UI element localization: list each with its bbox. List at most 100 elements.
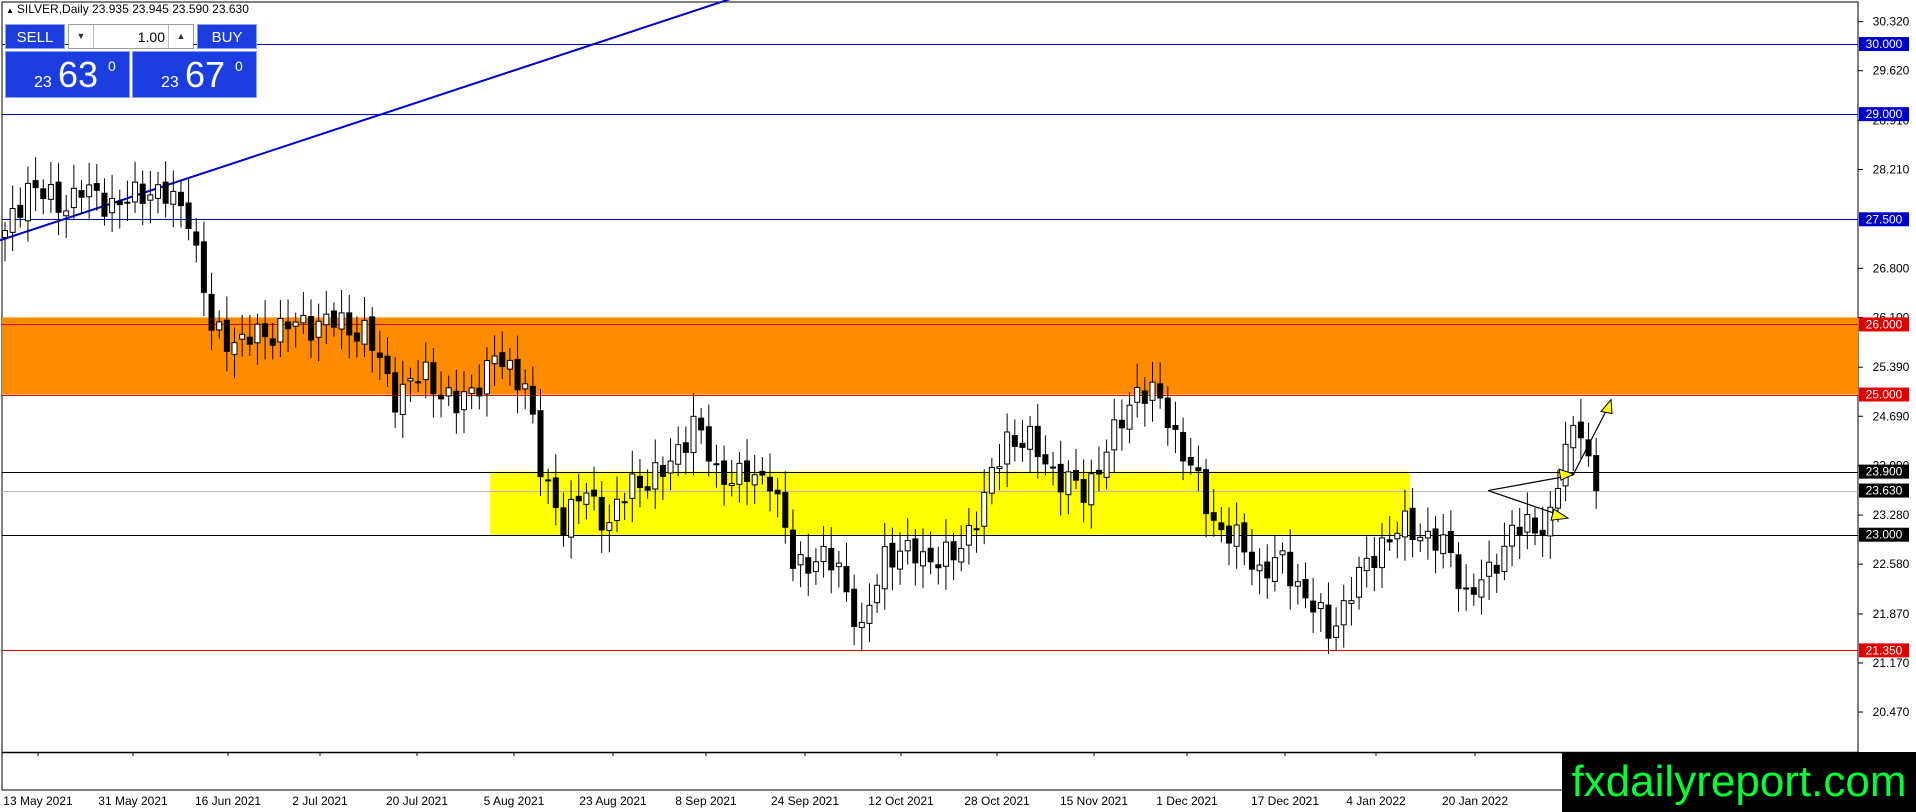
candle-body[interactable] bbox=[1524, 514, 1531, 533]
candle-body[interactable] bbox=[721, 460, 728, 485]
candle-body[interactable] bbox=[606, 522, 613, 531]
candle-body[interactable] bbox=[1042, 454, 1049, 465]
candle-body[interactable] bbox=[55, 181, 62, 213]
candle-body[interactable] bbox=[1325, 604, 1332, 639]
bid-price-button[interactable]: 23 63 0 bbox=[5, 51, 130, 98]
candle-body[interactable] bbox=[1532, 517, 1538, 534]
candle-body[interactable] bbox=[468, 387, 475, 394]
candle-body[interactable] bbox=[866, 604, 873, 624]
candle-body[interactable] bbox=[32, 180, 39, 189]
candle-body[interactable] bbox=[1027, 425, 1034, 450]
candle-body[interactable] bbox=[1440, 534, 1447, 555]
candle-body[interactable] bbox=[239, 333, 246, 340]
candle-body[interactable] bbox=[1218, 522, 1225, 531]
candle-body[interactable] bbox=[897, 550, 904, 570]
candle-body[interactable] bbox=[881, 546, 888, 590]
candle-body[interactable] bbox=[269, 338, 276, 346]
candle-body[interactable] bbox=[1248, 551, 1255, 570]
candle-body[interactable] bbox=[1340, 600, 1347, 626]
candle-body[interactable] bbox=[1034, 425, 1041, 458]
candle-body[interactable] bbox=[476, 387, 483, 397]
candle-body[interactable] bbox=[1141, 390, 1148, 404]
candle-body[interactable] bbox=[820, 545, 827, 563]
candle-body[interactable] bbox=[483, 359, 490, 395]
candle-body[interactable] bbox=[1371, 555, 1378, 569]
candle-body[interactable] bbox=[24, 182, 31, 222]
collapse-triangle-icon[interactable]: ▲ bbox=[6, 6, 14, 15]
candle-body[interactable] bbox=[300, 314, 307, 324]
candle-body[interactable] bbox=[552, 477, 559, 509]
candle-body[interactable] bbox=[1149, 381, 1156, 401]
candle-body[interactable] bbox=[652, 462, 659, 490]
candle-body[interactable] bbox=[223, 319, 230, 352]
candle-body[interactable] bbox=[713, 463, 720, 466]
sell-button[interactable]: SELL bbox=[5, 24, 65, 49]
candle-body[interactable] bbox=[912, 538, 919, 564]
candle-body[interactable] bbox=[965, 525, 972, 546]
candle-body[interactable] bbox=[1348, 600, 1355, 604]
candle-body[interactable] bbox=[1478, 579, 1485, 598]
candle-body[interactable] bbox=[1019, 442, 1026, 448]
candle-body[interactable] bbox=[583, 492, 590, 505]
candle-body[interactable] bbox=[292, 321, 299, 327]
candle-body[interactable] bbox=[973, 528, 980, 531]
candle-body[interactable] bbox=[1570, 424, 1577, 449]
candle-body[interactable] bbox=[1233, 524, 1240, 547]
candle-body[interactable] bbox=[935, 564, 942, 569]
candle-body[interactable] bbox=[560, 507, 567, 536]
candle-body[interactable] bbox=[346, 312, 353, 336]
candle-body[interactable] bbox=[1065, 471, 1072, 496]
candle-body[interactable] bbox=[147, 194, 154, 201]
candle-body[interactable] bbox=[1394, 532, 1401, 540]
candle-body[interactable] bbox=[942, 541, 949, 567]
candle-body[interactable] bbox=[744, 460, 751, 482]
candle-body[interactable] bbox=[996, 466, 1003, 470]
candle-body[interactable] bbox=[1264, 561, 1271, 579]
candle-body[interactable] bbox=[17, 204, 24, 218]
candle-body[interactable] bbox=[1577, 421, 1584, 439]
candle-body[interactable] bbox=[1103, 451, 1110, 478]
candle-body[interactable] bbox=[1470, 587, 1477, 595]
candle-body[interactable] bbox=[116, 200, 123, 206]
candle-body[interactable] bbox=[200, 241, 207, 293]
candle-body[interactable] bbox=[904, 540, 911, 552]
candle-body[interactable] bbox=[40, 188, 47, 200]
candle-body[interactable] bbox=[782, 491, 789, 528]
candle-body[interactable] bbox=[1356, 566, 1363, 598]
candle-body[interactable] bbox=[1088, 473, 1095, 506]
candle-body[interactable] bbox=[177, 191, 184, 207]
lot-size-input[interactable] bbox=[95, 26, 165, 47]
candle-body[interactable] bbox=[63, 210, 70, 217]
candle-body[interactable] bbox=[1447, 531, 1454, 554]
candle-body[interactable] bbox=[981, 491, 988, 527]
candle-body[interactable] bbox=[132, 181, 139, 203]
candle-body[interactable] bbox=[124, 201, 131, 204]
candle-body[interactable] bbox=[797, 554, 804, 566]
candle-body[interactable] bbox=[155, 184, 161, 199]
candle-body[interactable] bbox=[920, 551, 926, 567]
candle-body[interactable] bbox=[216, 321, 223, 331]
candle-body[interactable] bbox=[705, 426, 712, 462]
candle-body[interactable] bbox=[644, 486, 651, 491]
candle-body[interactable] bbox=[185, 202, 192, 230]
candle-body[interactable] bbox=[2, 230, 8, 239]
candle-body[interactable] bbox=[1157, 383, 1164, 399]
candle-body[interactable] bbox=[1134, 386, 1141, 403]
candle-body[interactable] bbox=[591, 489, 598, 497]
candle-body[interactable] bbox=[1417, 536, 1424, 542]
candle-body[interactable] bbox=[1386, 539, 1393, 543]
candle-body[interactable] bbox=[774, 489, 781, 495]
candle-body[interactable] bbox=[835, 562, 842, 568]
candle-body[interactable] bbox=[789, 529, 796, 569]
candle-body[interactable] bbox=[1333, 625, 1340, 638]
candle-body[interactable] bbox=[927, 547, 934, 563]
candle-body[interactable] bbox=[101, 192, 108, 217]
candle-body[interactable] bbox=[376, 352, 383, 358]
candle-body[interactable] bbox=[1073, 470, 1079, 481]
candle-body[interactable] bbox=[988, 466, 995, 494]
candle-body[interactable] bbox=[1310, 600, 1317, 613]
candle-body[interactable] bbox=[1501, 545, 1508, 573]
candle-body[interactable] bbox=[254, 323, 261, 344]
candle-body[interactable] bbox=[1554, 487, 1561, 509]
price-chart[interactable]: 30.32029.62028.91028.21026.80026.10025.3… bbox=[0, 0, 1916, 812]
